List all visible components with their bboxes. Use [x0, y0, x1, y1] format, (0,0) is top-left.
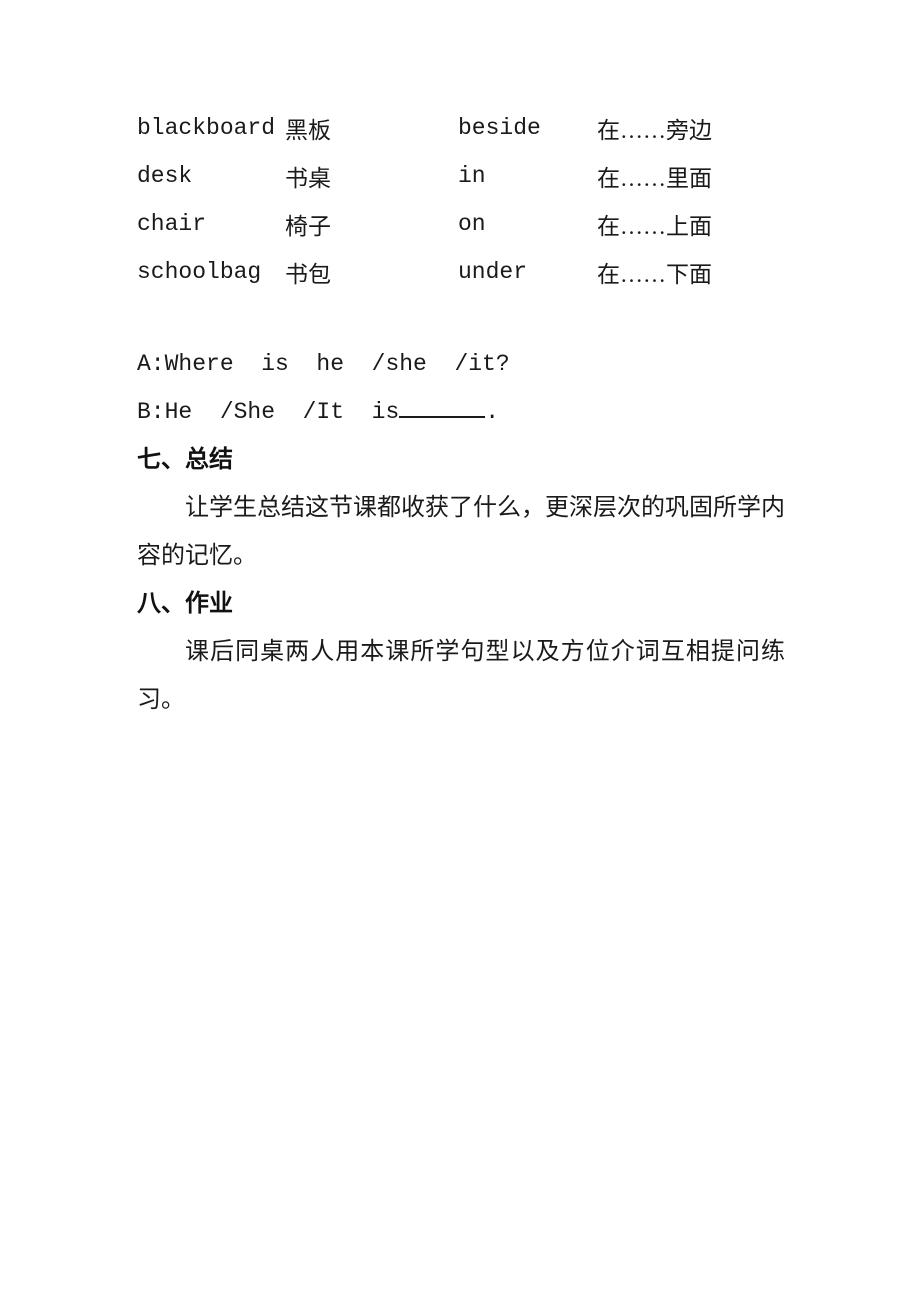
vocabulary-table-body: blackboard 黑板 beside 在……旁边 desk 书桌 in 在…… — [137, 104, 787, 296]
vocab-chinese-cell: 书桌 — [285, 152, 458, 200]
preposition-english-text: beside — [458, 115, 541, 141]
table-row: schoolbag 书包 under 在……下面 — [137, 248, 787, 296]
preposition-english-cell: under — [458, 248, 597, 296]
vocab-english-text: desk — [137, 163, 193, 189]
preposition-chinese-text: 在……上面 — [597, 214, 712, 239]
table-row: blackboard 黑板 beside 在……旁边 — [137, 104, 787, 152]
section-heading-summary: 七、总结 — [137, 447, 233, 473]
preposition-english-text: under — [458, 259, 528, 285]
document-content: blackboard 黑板 beside 在……旁边 desk 书桌 in 在…… — [137, 104, 787, 724]
preposition-chinese-text: 在……里面 — [597, 166, 712, 191]
preposition-chinese-cell: 在……旁边 — [597, 104, 787, 152]
preposition-english-text: on — [458, 211, 486, 237]
vocab-english-cell: chair — [137, 200, 285, 248]
preposition-chinese-cell: 在……上面 — [597, 200, 787, 248]
section-body-summary: 让学生总结这节课都收获了什么，更深层次的巩固所学内容的记忆。 — [137, 495, 785, 569]
preposition-english-cell: in — [458, 152, 597, 200]
dialogue-block: A:Where is he /she /it? B:He /She /It is… — [137, 340, 787, 436]
dialogue-answer: B:He /She /It is. — [137, 388, 787, 436]
preposition-english-cell: on — [458, 200, 597, 248]
vocab-chinese-cell: 椅子 — [285, 200, 458, 248]
vocab-english-cell: desk — [137, 152, 285, 200]
dialogue-question: A:Where is he /she /it? — [137, 351, 510, 377]
preposition-english-text: in — [458, 163, 486, 189]
table-row: chair 椅子 on 在……上面 — [137, 200, 787, 248]
vocab-chinese-text: 黑板 — [285, 118, 331, 143]
preposition-chinese-cell: 在……里面 — [597, 152, 787, 200]
vocabulary-table: blackboard 黑板 beside 在……旁边 desk 书桌 in 在…… — [137, 104, 787, 296]
vocab-english-cell: blackboard — [137, 104, 285, 152]
preposition-english-cell: beside — [458, 104, 597, 152]
vocab-chinese-text: 书桌 — [285, 166, 331, 191]
fill-in-blank[interactable] — [399, 392, 486, 418]
dialogue-answer-prefix: B:He /She /It is — [137, 399, 400, 425]
vocab-english-cell: schoolbag — [137, 248, 285, 296]
vocab-english-text: schoolbag — [137, 259, 262, 285]
dialogue-answer-suffix: . — [485, 399, 500, 425]
vocab-chinese-cell: 书包 — [285, 248, 458, 296]
vocab-english-text: blackboard — [137, 115, 276, 141]
preposition-chinese-cell: 在……下面 — [597, 248, 787, 296]
section-body-homework: 课后同桌两人用本课所学句型以及方位介词互相提问练习。 — [137, 639, 785, 713]
document-page: blackboard 黑板 beside 在……旁边 desk 书桌 in 在…… — [0, 0, 920, 1302]
preposition-chinese-text: 在……旁边 — [597, 118, 712, 143]
vocab-english-text: chair — [137, 211, 207, 237]
vocab-chinese-cell: 黑板 — [285, 104, 458, 152]
table-row: desk 书桌 in 在……里面 — [137, 152, 787, 200]
section-heading-homework: 八、作业 — [137, 591, 233, 617]
vocab-chinese-text: 书包 — [285, 262, 331, 287]
vocab-chinese-text: 椅子 — [285, 214, 331, 239]
preposition-chinese-text: 在……下面 — [597, 262, 712, 287]
